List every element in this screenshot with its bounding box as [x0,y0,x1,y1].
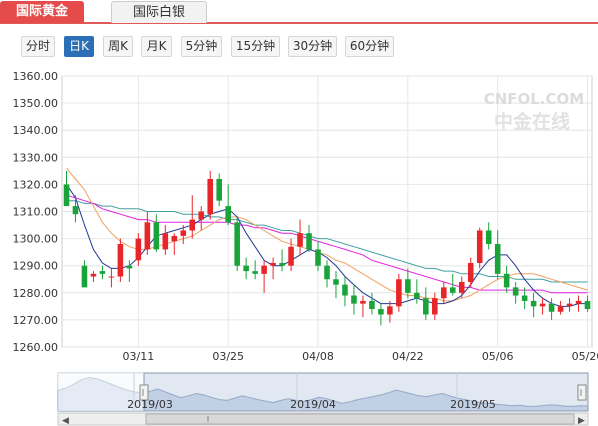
candle-body [288,246,294,266]
candle [117,238,124,282]
candle-body [458,281,465,293]
candle-body [378,309,384,315]
candle-body [467,262,474,282]
candle-body [135,238,142,261]
x-tick-label: 04/22 [392,350,424,363]
navigator-handle-right[interactable] [577,384,587,401]
candle-body [261,265,267,274]
candle [396,273,402,312]
candle-body [548,303,555,312]
candle-body [414,292,420,299]
candle-body [162,233,169,250]
candle-body [503,273,510,288]
y-tick-label: 1280.00 [13,287,59,300]
y-tick-label: 1330.00 [13,151,59,164]
x-tick-label: 05/20 [572,350,598,363]
y-axis: 1360.00 1350.00 1340.00 1330.00 1320.00 1310.… [13,70,59,354]
candle-body [539,303,546,307]
candle-body [207,178,214,215]
candle-body [297,233,303,247]
candle-body [81,265,88,288]
candle [234,216,240,272]
candle-body [584,300,591,310]
y-tick-label: 1340.00 [13,124,59,137]
watermark: CNFOL.COM 中金在线 [484,90,585,133]
candle-body [189,219,196,231]
y-tick-label: 1270.00 [13,314,59,327]
candle-body [557,306,564,312]
candle-body [494,244,501,274]
candle-body [440,287,447,299]
navigator-date-label: 2019/05 [450,398,496,411]
candle-body [225,206,231,223]
candlestick-chart: CNFOL.COM 中金在线 1360.00 1350.00 1340.00 1330… [13,70,598,426]
candle-body [351,295,357,304]
candle-body [126,265,133,269]
x-tick-label: 04/08 [302,350,334,363]
y-tick-label: 1290.00 [13,260,59,273]
y-tick-label: 1310.00 [13,206,59,219]
candle-body [216,178,222,201]
candle-body [485,230,492,245]
candle-body [315,249,321,266]
navigator-date-label: 2019/03 [127,398,173,411]
gold-chart-widget: 国际黄金 国际白银 分时 日K 周K 月K 5分钟 15分钟 30分钟 60分钟… [0,0,598,426]
y-tick-label: 1260.00 [13,341,59,354]
candle-body [72,206,79,215]
candle-body [432,298,438,315]
candle-body [333,279,339,285]
y-tick-label: 1350.00 [13,97,59,110]
candle-body [234,222,240,266]
x-tick-label: 03/11 [123,350,155,363]
candle-body [512,287,519,296]
watermark-zhongjin: 中金在线 [494,110,570,133]
candle-body [90,273,97,277]
candle-body [99,271,106,274]
scrollbar-thumb[interactable] [145,413,575,425]
candle-body [575,300,582,304]
candle-body [252,271,258,274]
y-tick-label: 1320.00 [13,178,59,191]
navigator[interactable]: 2019/03 2019/04 2019/05 ◀ ▶ [57,372,589,426]
candle-body [63,184,70,207]
scroll-left-arrow-icon[interactable]: ◀ [62,416,69,426]
candle-body [387,306,393,315]
candle-body [369,300,375,310]
candle-body [342,284,348,296]
candle-body [270,262,276,266]
candle-body [117,244,124,277]
y-tick-label: 1300.00 [13,233,59,246]
candle [476,227,483,269]
scroll-right-arrow-icon[interactable]: ▶ [578,416,585,426]
candle-body [153,222,160,250]
candle-body [530,300,537,307]
candle-body [521,295,528,301]
candle-body [243,265,249,272]
candle-body [566,303,573,307]
candle-body [476,230,483,263]
x-axis: 03/11 03/25 04/08 04/22 05/06 05/20 [123,350,598,363]
x-tick-label: 05/06 [482,350,514,363]
candle-body [144,222,151,250]
candle-body [423,298,429,315]
candle-body [279,262,285,266]
navigator-date-label: 2019/04 [290,398,336,411]
candle-body [449,287,456,293]
candle-body [306,233,312,250]
candle-body [180,230,187,236]
navigator-selection[interactable] [143,372,589,412]
y-tick-label: 1360.00 [13,70,59,83]
watermark-cnfol: CNFOL.COM [484,90,585,108]
candle-body [198,211,205,220]
candle-body [171,235,178,242]
candle-body [396,279,402,307]
candle-body [324,265,330,280]
handle-right-body[interactable] [577,384,587,401]
candle-body [108,276,115,278]
candle-body [360,300,366,304]
candle-body [405,279,411,293]
x-tick-label: 03/25 [212,350,244,363]
